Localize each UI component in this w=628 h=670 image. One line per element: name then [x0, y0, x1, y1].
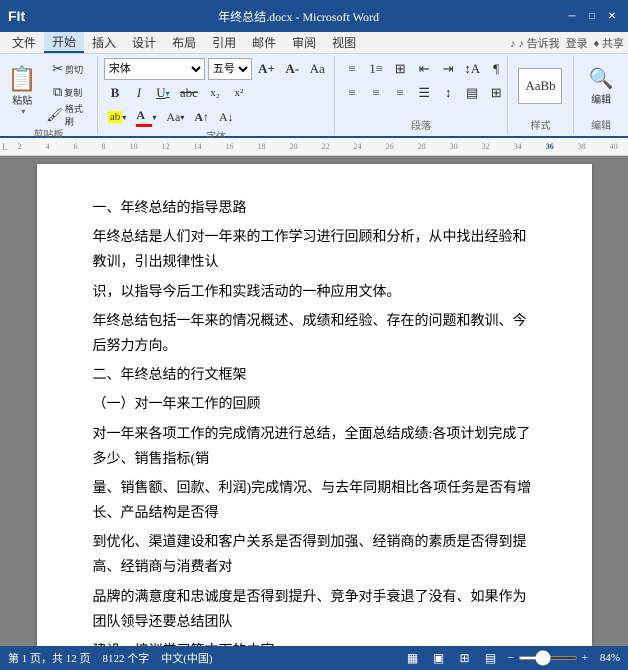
- menu-review[interactable]: 审阅: [284, 32, 324, 53]
- maximize-button[interactable]: □: [584, 8, 600, 24]
- page-info: 第 1 页，共 12 页: [8, 650, 91, 666]
- heading-2: 二、年终总结的行文框架: [93, 363, 536, 388]
- font-color-button[interactable]: A ▾: [132, 106, 160, 128]
- align-right-button[interactable]: ≡: [389, 82, 411, 104]
- para-3: 年终总结包括一年来的情况概述、成绩和经验、存在的问题和教训、今后努力方向。: [93, 309, 536, 359]
- para-8: 建设、培训学习等方面的内容。: [93, 639, 536, 646]
- superscript-button[interactable]: x²: [228, 82, 250, 104]
- underline-button[interactable]: U ▾: [152, 82, 174, 104]
- zoom-out-button[interactable]: −: [508, 652, 514, 664]
- title-bar: FIt 年终总结.docx - Microsoft Word ─ □ ✕: [0, 0, 628, 32]
- word-count: 8122 个字: [103, 650, 150, 666]
- zoom-in-button[interactable]: +: [582, 652, 588, 664]
- close-button[interactable]: ✕: [604, 8, 620, 24]
- format-painter-button[interactable]: 🖌 格式刷: [42, 104, 93, 126]
- web-view-button[interactable]: ⊞: [456, 649, 474, 667]
- styles-group-label: 样式: [530, 117, 550, 132]
- document-area[interactable]: 一、年终总结的指导思路 年终总结是人们对一年来的工作学习进行回顾和分析，从中找出…: [0, 156, 628, 646]
- cut-button[interactable]: ✂ 剪切: [42, 58, 93, 80]
- minimize-button[interactable]: ─: [564, 8, 580, 24]
- status-bar-right: ▦ ▣ ⊞ ▤ − + 84%: [404, 649, 620, 667]
- para-4: 对一年来各项工作的完成情况进行总结，全面总结成绩:各项计划完成了多少、销售指标(…: [93, 422, 536, 472]
- clear-format-button[interactable]: Aa: [306, 58, 328, 80]
- subscript-button[interactable]: x₂: [204, 82, 226, 104]
- numbering-button[interactable]: 1≡: [365, 58, 387, 80]
- line-spacing-button[interactable]: ↕: [437, 82, 459, 104]
- font-color-alt-button[interactable]: Aa ▾: [162, 106, 188, 128]
- ruler: L 246810 1214161820 2224262830 323436 38…: [0, 138, 628, 156]
- menu-design[interactable]: 设计: [124, 32, 164, 53]
- para-6: 到优化、渠道建设和客户关系是否得到加强、经销商的素质是否得到提高、经销商与消费者…: [93, 530, 536, 580]
- paste-button[interactable]: 📋 粘贴 ▾: [4, 64, 40, 120]
- tell-me[interactable]: ♪ ♪ 告诉我: [510, 35, 560, 51]
- status-bar-left: 第 1 页，共 12 页 8122 个字 中文(中国): [8, 650, 213, 666]
- language: 中文(中国): [161, 650, 212, 666]
- bold-button[interactable]: B: [104, 82, 126, 104]
- zoom-slider[interactable]: [518, 656, 578, 660]
- para-7: 品牌的满意度和忠诚度是否得到提升、竞争对手衰退了没有、如果作为团队领导还要总结团…: [93, 585, 536, 635]
- menu-bar: 文件 开始 插入 设计 布局 引用 邮件 审阅 视图 ♪ ♪ 告诉我 登录 ♦ …: [0, 32, 628, 54]
- increase-indent-button[interactable]: ⇥: [437, 58, 459, 80]
- increase-font-button[interactable]: A+: [255, 58, 278, 80]
- shading-button[interactable]: ▤: [461, 82, 483, 104]
- para-5: 量、销售额、回款、利润)完成情况、与去年同期相比各项任务是否有增长、产品结构是否…: [93, 476, 536, 526]
- sort-button[interactable]: ↕A: [461, 58, 483, 80]
- paragraph-group-label: 段落: [341, 117, 501, 132]
- italic-button[interactable]: I: [128, 82, 150, 104]
- styles-button[interactable]: AaBb: [514, 58, 566, 114]
- para-2: 识，以指导今后工作和实践活动的一种应用文体。: [93, 280, 536, 305]
- multi-level-list-button[interactable]: ⊞: [389, 58, 411, 80]
- zoom-level: 84%: [592, 652, 620, 664]
- menu-mail[interactable]: 邮件: [244, 32, 284, 53]
- menu-view[interactable]: 视图: [324, 32, 364, 53]
- shrink-font-button[interactable]: A↓: [215, 106, 238, 128]
- para-1: 年终总结是人们对一年来的工作学习进行回顾和分析，从中找出经验和教训，引出规律性认: [93, 225, 536, 275]
- heading-1: 一、年终总结的指导思路: [93, 196, 536, 221]
- editing-button[interactable]: 🔍 编辑: [579, 58, 623, 114]
- align-center-button[interactable]: ≡: [365, 82, 387, 104]
- ruler-content: L 246810 1214161820 2224262830 323436 38…: [2, 142, 626, 152]
- justify-button[interactable]: ☰: [413, 82, 435, 104]
- editing-group-label: 编辑: [591, 117, 611, 132]
- window-controls: ─ □ ✕: [564, 8, 620, 24]
- font-size-select[interactable]: 五号: [208, 58, 252, 80]
- align-left-button[interactable]: ≡: [341, 82, 363, 104]
- print-view-button[interactable]: ▦: [404, 649, 422, 667]
- bullets-button[interactable]: ≡: [341, 58, 363, 80]
- app-logo: FIt: [8, 8, 25, 24]
- menu-insert[interactable]: 插入: [84, 32, 124, 53]
- copy-button[interactable]: ⧉ 复制: [42, 81, 93, 103]
- document-page[interactable]: 一、年终总结的指导思路 年终总结是人们对一年来的工作学习进行回顾和分析，从中找出…: [37, 164, 592, 646]
- menu-file[interactable]: 文件: [4, 32, 44, 53]
- login-link[interactable]: 登录: [566, 35, 588, 51]
- status-bar: 第 1 页，共 12 页 8122 个字 中文(中国) ▦ ▣ ⊞ ▤ − + …: [0, 646, 628, 670]
- ribbon: 📋 粘贴 ▾ ✂ 剪切 ⧉ 复制 🖌 格式刷: [0, 54, 628, 138]
- menu-home[interactable]: 开始: [44, 32, 84, 53]
- show-marks-button[interactable]: ¶: [485, 58, 507, 80]
- document-title: 年终总结.docx - Microsoft Word: [33, 8, 564, 25]
- menu-layout[interactable]: 布局: [164, 32, 204, 53]
- outline-view-button[interactable]: ▤: [482, 649, 500, 667]
- zoom-control: − + 84%: [508, 652, 620, 664]
- strikethrough-button[interactable]: abc: [176, 82, 202, 104]
- share-link[interactable]: ♦ 共享: [594, 35, 624, 51]
- decrease-font-button[interactable]: A-: [281, 58, 303, 80]
- decrease-indent-button[interactable]: ⇤: [413, 58, 435, 80]
- menu-references[interactable]: 引用: [204, 32, 244, 53]
- grow-font-button[interactable]: A↑: [190, 106, 213, 128]
- sub-heading-1: （一）对一年来工作的回顾: [93, 392, 536, 417]
- read-view-button[interactable]: ▣: [430, 649, 448, 667]
- font-name-select[interactable]: 宋体: [104, 58, 205, 80]
- borders-button[interactable]: ⊞: [485, 82, 507, 104]
- menu-bar-right: ♪ ♪ 告诉我 登录 ♦ 共享: [510, 35, 624, 51]
- highlight-button[interactable]: ab ▾: [104, 106, 130, 128]
- paste-dropdown-icon[interactable]: ▾: [21, 107, 25, 116]
